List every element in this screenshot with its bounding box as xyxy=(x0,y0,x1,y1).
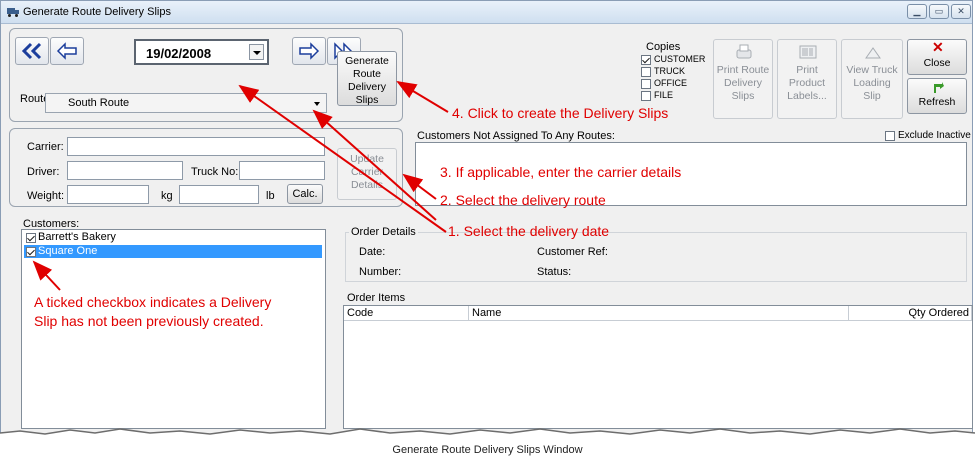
arrow-step1 xyxy=(238,84,447,233)
arrow-step2 xyxy=(312,109,437,221)
annotation-step1: 1. Select the delivery date xyxy=(448,223,610,239)
arrow-step4 xyxy=(396,80,449,113)
annotation-step2: 2. Select the delivery route xyxy=(440,192,606,208)
annotation-checkbox-note-2: Slip has not been previously created. xyxy=(34,313,264,329)
annotation-step3: 3. If applicable, enter the carrier deta… xyxy=(440,164,682,180)
arrow-checkbox-note xyxy=(32,260,61,291)
annotation-checkbox-note-1: A ticked checkbox indicates a Delivery xyxy=(34,294,272,310)
annotation-arrows xyxy=(32,80,449,291)
figure-caption: Generate Route Delivery Slips Window xyxy=(392,444,583,456)
annotation-step4: 4. Click to create the Delivery Slips xyxy=(452,105,669,121)
